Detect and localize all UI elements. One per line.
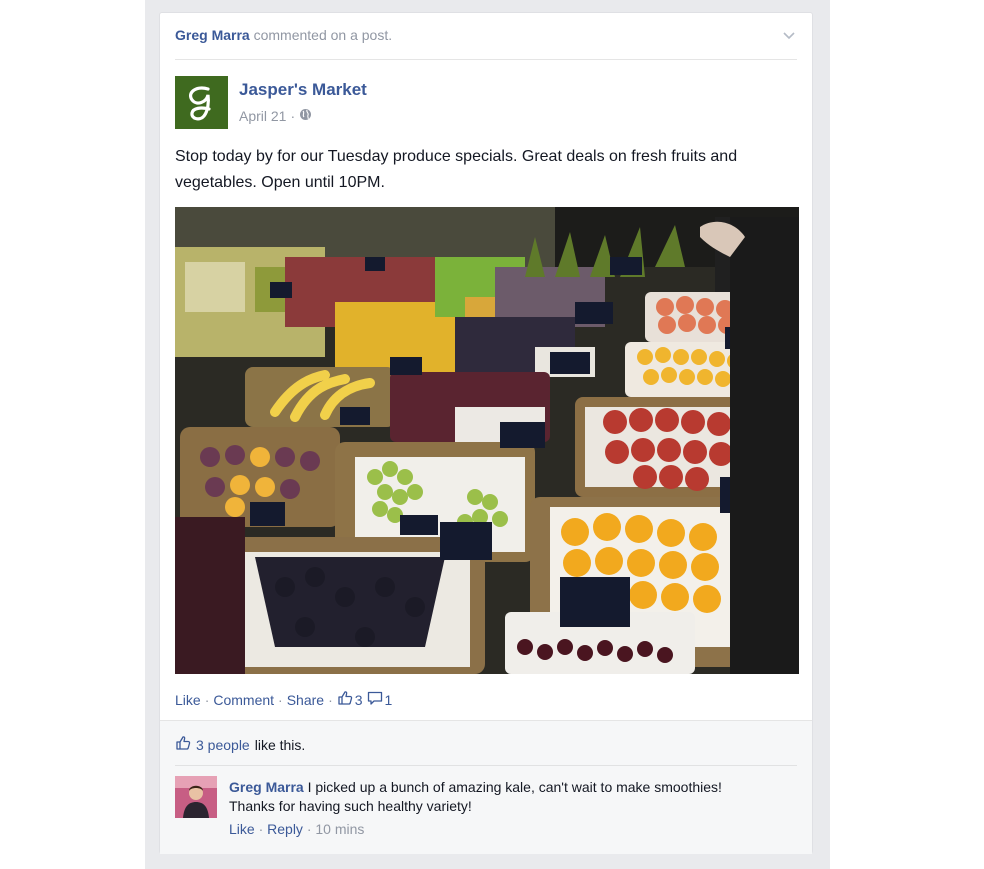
thumbs-up-icon bbox=[175, 735, 191, 754]
likers-link[interactable]: 3 people bbox=[196, 737, 250, 753]
post-text: Stop today by for our Tuesday produce sp… bbox=[175, 148, 738, 191]
globe-icon[interactable] bbox=[299, 108, 312, 124]
comment-like-link[interactable]: Like bbox=[229, 821, 255, 837]
comment-timestamp[interactable]: 10 mins bbox=[315, 821, 364, 837]
post-photo[interactable] bbox=[175, 207, 799, 674]
comment-link[interactable]: Comment bbox=[213, 692, 274, 708]
meta-separator: · bbox=[258, 821, 264, 837]
meta-separator: · bbox=[290, 108, 296, 124]
like-count[interactable]: 3 bbox=[337, 690, 363, 709]
post-date[interactable]: April 21 bbox=[239, 108, 286, 124]
post-actions: Like · Comment · Share · 3 1 bbox=[175, 690, 392, 709]
meta-separator: · bbox=[306, 821, 312, 837]
thumbs-up-icon bbox=[337, 690, 353, 709]
chevron-down-icon[interactable] bbox=[781, 27, 797, 43]
avatar[interactable] bbox=[175, 776, 217, 818]
feed-story-card: Greg Marra commented on a post. Jasper's… bbox=[159, 12, 813, 854]
story-actor-link[interactable]: Greg Marra bbox=[175, 27, 250, 43]
likes-suffix: like this. bbox=[254, 736, 306, 753]
share-link[interactable]: Share bbox=[287, 692, 324, 708]
feedback-section: 3 people like this. Greg Marra I picked … bbox=[160, 720, 812, 854]
action-separator: · bbox=[328, 691, 333, 708]
like-link[interactable]: Like bbox=[175, 692, 201, 708]
action-separator: · bbox=[278, 691, 283, 708]
post-meta: April 21 · bbox=[239, 108, 312, 124]
produce-market-image bbox=[175, 207, 799, 674]
story-action-text: commented on a post. bbox=[253, 27, 393, 43]
like-count-value: 3 bbox=[354, 691, 363, 708]
comment-reply-link[interactable]: Reply bbox=[267, 821, 303, 837]
divider bbox=[175, 765, 797, 766]
comment-meta: Like · Reply · 10 mins bbox=[229, 820, 749, 839]
page-name-link[interactable]: Jasper's Market bbox=[239, 80, 367, 100]
story-header: Greg Marra commented on a post. bbox=[175, 27, 797, 60]
comment-bubble-icon bbox=[367, 690, 383, 709]
page-logo[interactable] bbox=[175, 76, 228, 129]
comment-count[interactable]: 1 bbox=[367, 690, 393, 709]
comment-count-value: 1 bbox=[384, 691, 393, 708]
action-separator: · bbox=[204, 691, 210, 708]
comment-author-link[interactable]: Greg Marra bbox=[229, 779, 304, 795]
comment: Greg Marra I picked up a bunch of amazin… bbox=[229, 778, 749, 839]
likes-summary: 3 people like this. bbox=[175, 735, 305, 754]
